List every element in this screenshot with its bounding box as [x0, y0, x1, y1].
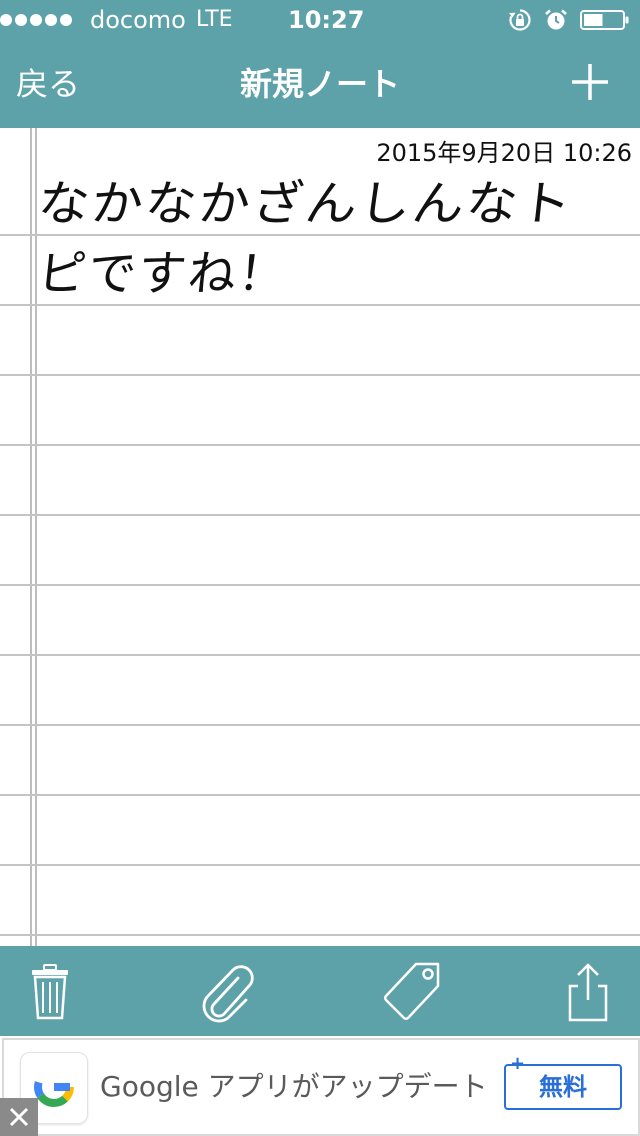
rule-line: [0, 794, 640, 796]
plus-icon: +: [510, 1053, 526, 1074]
share-icon[interactable]: [556, 960, 620, 1024]
plus-icon[interactable]: [570, 62, 610, 102]
network-type: LTE: [196, 7, 233, 32]
rule-line: [0, 654, 640, 656]
note-canvas[interactable]: 2015年9月20日 10:26 なかなかざんしんなト ピですね！: [0, 128, 640, 946]
handwritten-text-line: なかなかざんしんなト: [34, 176, 577, 232]
lock-rotation-icon: [508, 8, 532, 32]
rule-line: [0, 444, 640, 446]
close-icon[interactable]: [0, 1098, 38, 1136]
rule-line: [0, 374, 640, 376]
signal-strength-icon: [0, 14, 75, 26]
carrier-name: docomo: [90, 6, 186, 34]
rule-line: [0, 864, 640, 866]
rule-line: [0, 584, 640, 586]
status-time: 10:27: [288, 6, 365, 34]
page-title: 新規ノート: [239, 65, 400, 103]
margin-line: [30, 128, 32, 946]
bottom-toolbar: [0, 946, 640, 1036]
rule-line: [0, 934, 640, 936]
handwritten-text-line: ピですね！: [35, 246, 291, 302]
ad-cta-label: 無料: [539, 1073, 587, 1101]
rule-line: [0, 514, 640, 516]
ad-text: Google アプリがアップデート: [100, 1070, 488, 1103]
status-bar: docomo LTE 10:27: [0, 0, 640, 40]
nav-bar: 戻る 新規ノート: [0, 40, 640, 128]
rule-line: [0, 304, 640, 306]
battery-icon: [580, 8, 630, 32]
rule-line: [0, 724, 640, 726]
rule-line: [0, 234, 640, 236]
paperclip-icon[interactable]: [194, 960, 258, 1024]
tag-icon[interactable]: [380, 960, 444, 1024]
ad-free-button[interactable]: + 無料: [504, 1054, 622, 1110]
trash-icon[interactable]: [18, 960, 82, 1024]
alarm-icon: [544, 8, 568, 32]
ad-content[interactable]: Google アプリがアップデート + 無料: [2, 1038, 640, 1136]
margin-line: [35, 128, 37, 946]
status-icons: [508, 8, 630, 32]
ad-banner[interactable]: Google アプリがアップデート + 無料: [0, 1036, 640, 1136]
header: docomo LTE 10:27 戻る 新規ノート: [0, 0, 640, 128]
note-date: 2015年9月20日 10:26: [376, 139, 632, 167]
